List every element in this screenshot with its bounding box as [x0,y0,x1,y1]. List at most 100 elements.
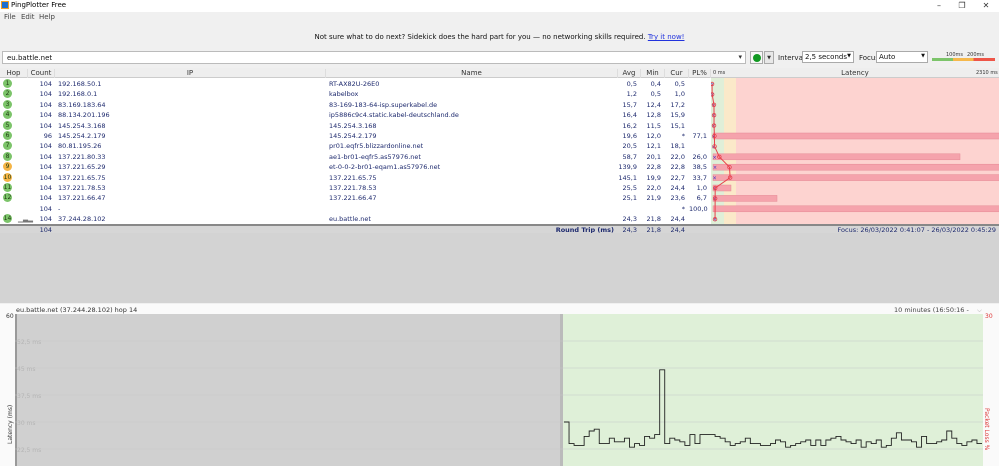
table-row[interactable]: 104 - * 100,0 [0,204,711,214]
hop-status-badge: 10 [3,172,12,182]
hop-ip: 83.169.183.64 [58,100,106,109]
hop-cur: * [681,204,685,213]
focus-value: Auto [879,53,896,61]
start-trace-button[interactable] [750,51,763,64]
hop-count: 104 [39,111,52,120]
min-latency-marker: × [712,176,716,182]
hop-count: 104 [39,152,52,161]
hop-name: 145.254.3.168 [329,121,377,130]
window-title: PingPlotter Free [11,1,67,9]
hop-ip: 192.168.0.1 [58,90,98,99]
hop-packet-loss: 100,0 [689,204,708,213]
hop-avg: 19,6 [622,132,637,140]
maximize-icon[interactable]: ❐ [951,0,973,11]
col-name[interactable]: Name [326,69,618,78]
y-tick-label: 22,5 ms [17,447,41,454]
y-axis-label: Latency (ms) [7,405,14,444]
target-input[interactable]: eu.battle.net ▾ [2,51,746,64]
minimize-icon[interactable]: – [928,0,950,11]
col-cur[interactable]: Cur [665,69,689,78]
hop-name: pr01.eqfr5.blizzardonline.net [329,142,424,151]
table-row[interactable]: 3 104 83.169.183.64 83-169-183-64-isp.sup… [0,99,711,110]
hop-min: 12,0 [646,132,661,140]
hop-status-badge: 6 [3,131,12,140]
hop-name: ip5886c9c4.static.kabel-deutschland.de [329,111,459,120]
hop-ip: 137.221.65.29 [58,163,106,172]
play-icon [753,54,761,62]
start-options-dropdown[interactable]: ▼ [764,51,774,64]
table-row[interactable]: 5 104 145.254.3.168 145.254.3.168 16,2 11… [0,120,711,131]
table-row[interactable]: 9 104 137.221.65.29 et-0-0-2-br01-eqam1.a… [0,162,711,172]
close-icon[interactable]: ✕ [975,0,997,11]
menu-file[interactable]: File [4,13,16,21]
y-tick-label: 37,5 ms [17,393,41,400]
latency-range-bar [712,205,999,213]
latency-bad-zone [736,78,999,226]
hop-name: 137.221.65.75 [329,173,377,182]
latency-range-bar [712,132,999,140]
hop-name: et-0-0-2-br01-eqam1.as57976.net [329,163,441,172]
hop-ip: - [58,204,61,213]
menu-edit[interactable]: Edit [21,13,35,21]
hop-packet-loss: 77,1 [692,132,707,140]
hop-min: 0,5 [650,90,661,99]
focus-marker[interactable] [560,314,563,466]
col-count[interactable]: Count [28,69,55,78]
focus-select[interactable]: Auto ▼ [876,51,928,63]
table-row[interactable]: 8 104 137.221.80.33 ae1-br01-eqfr5.as5797… [0,151,711,162]
hop-status-badge: 7 [3,141,12,151]
hop-count: 104 [39,121,52,130]
hop-packet-loss: 26,0 [692,152,707,161]
hop-cur: 15,1 [670,121,685,130]
hop-cur: 22,7 [670,173,685,182]
table-row[interactable]: 11 104 137.221.78.53 137.221.78.53 25,5 2… [0,183,711,193]
hop-ip: 145.254.2.179 [58,132,106,140]
interval-select[interactable]: 2,5 seconds ▼ [802,51,854,63]
hop-name: eu.battle.net [329,215,371,224]
table-row[interactable]: 2 104 192.168.0.1 kabelbox 1,2 0,5 1,0 [0,89,711,99]
packet-loss-axis-label: Packet Loss % [983,408,990,451]
hop-count: 104 [39,100,52,109]
round-trip-row: 104 Round Trip (ms) 24,3 21,8 24,4 Focus… [0,224,999,234]
menu-help[interactable]: Help [39,13,55,21]
hop-cur: 22,8 [670,163,685,172]
hop-count: 104 [39,215,52,224]
latency-range-bar [712,195,778,202]
hop-packet-loss: 38,5 [692,163,707,172]
col-ip[interactable]: IP [55,69,326,78]
hop-status-badge: 11 [3,183,12,192]
col-hop[interactable]: Hop [0,69,28,78]
hop-count: 104 [39,204,52,213]
no-data-region [15,314,563,466]
table-row[interactable]: 12 104 137.221.66.47 137.221.66.47 25,1 2… [0,193,711,203]
hop-ip: 137.221.65.75 [58,173,106,182]
chevron-down-icon[interactable]: ▾ [738,53,742,61]
hop-status-badge: 9 [3,162,12,172]
table-row[interactable]: 7 104 80.81.195.26 pr01.eqfr5.blizzardonl… [0,141,711,151]
latency-timeline-chart: 52,5 ms 45 ms 37,5 ms 30 ms 22,5 ms 60 30 Laten… [6,313,993,466]
latency-max-label: 2310 ms [976,70,998,76]
hop-cur: * [681,132,685,140]
hop-count: 104 [39,163,52,172]
table-row[interactable]: 10 104 137.221.65.75 137.221.65.75 145,1 … [0,172,711,183]
latency-range-bar [712,153,961,161]
hop-count: 104 [39,194,52,203]
hop-cur: 24,4 [670,184,685,192]
table-row[interactable]: 6 96 145.254.2.179 145.254.2.179 19,6 12,… [0,131,711,141]
interval-value: 2,5 seconds [805,53,847,61]
table-row[interactable]: 1 104 192.168.50.1 RT-AX82U-26E0 0,5 0,4 … [0,79,711,89]
min-latency-marker: × [712,134,716,140]
col-latency[interactable]: Latency [711,69,999,78]
hop-cur: 15,9 [670,111,685,120]
try-it-now-link[interactable]: Try it now! [648,33,685,41]
col-avg[interactable]: Avg [618,69,641,78]
latency-range-bar [712,174,999,181]
hop-avg: 58,7 [622,152,637,161]
table-row[interactable]: 4 104 88.134.201.196 ip5886c9c4.static.ka… [0,110,711,120]
chevron-down-icon: ▼ [921,53,925,59]
col-pl[interactable]: PL% [689,69,711,78]
hop-name: 137.221.66.47 [329,194,377,203]
table-row[interactable]: 14 ▁▃▂ 104 37.244.28.102 eu.battle.net 24,… [0,214,711,224]
hop-name: ae1-br01-eqfr5.as57976.net [329,152,421,161]
col-min[interactable]: Min [641,69,665,78]
